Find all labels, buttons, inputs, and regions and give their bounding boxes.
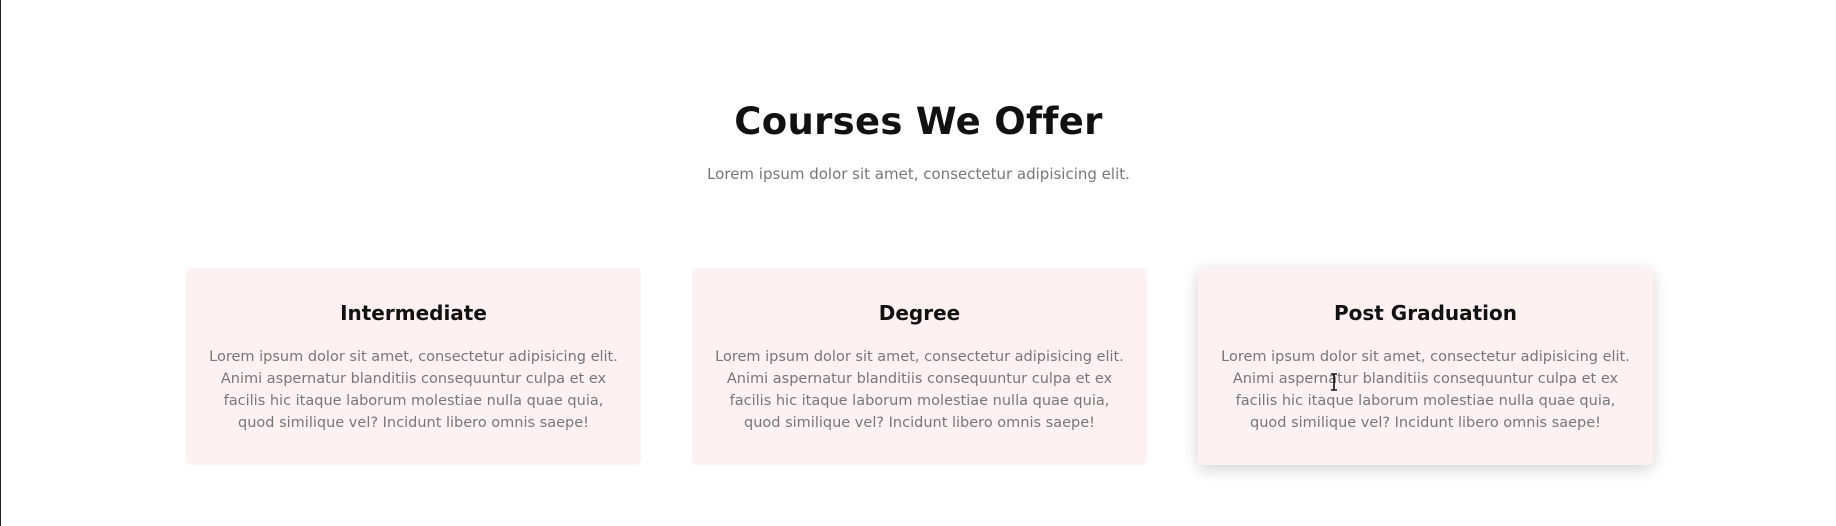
course-card-title: Degree: [878, 301, 961, 325]
course-card-post-graduation[interactable]: Post Graduation Lorem ipsum dolor sit am…: [1198, 268, 1653, 465]
course-card-text: Lorem ipsum dolor sit amet, consectetur …: [1221, 349, 1630, 431]
course-card-title: Intermediate: [340, 301, 487, 325]
course-card-text: Lorem ipsum dolor sit amet, consectetur …: [715, 349, 1124, 431]
section-title: Courses We Offer: [734, 100, 1103, 143]
section-subtitle: Lorem ipsum dolor sit amet, consectetur …: [707, 165, 1130, 183]
course-card-degree[interactable]: Degree Lorem ipsum dolor sit amet, conse…: [692, 268, 1147, 465]
courses-page: Courses We Offer Lorem ipsum dolor sit a…: [0, 0, 1836, 526]
course-card-intermediate[interactable]: Intermediate Lorem ipsum dolor sit amet,…: [186, 268, 641, 465]
course-card-title: Post Graduation: [1333, 301, 1518, 325]
course-card-text: Lorem ipsum dolor sit amet, consectetur …: [209, 349, 618, 431]
text-cursor-icon: [1331, 373, 1337, 391]
